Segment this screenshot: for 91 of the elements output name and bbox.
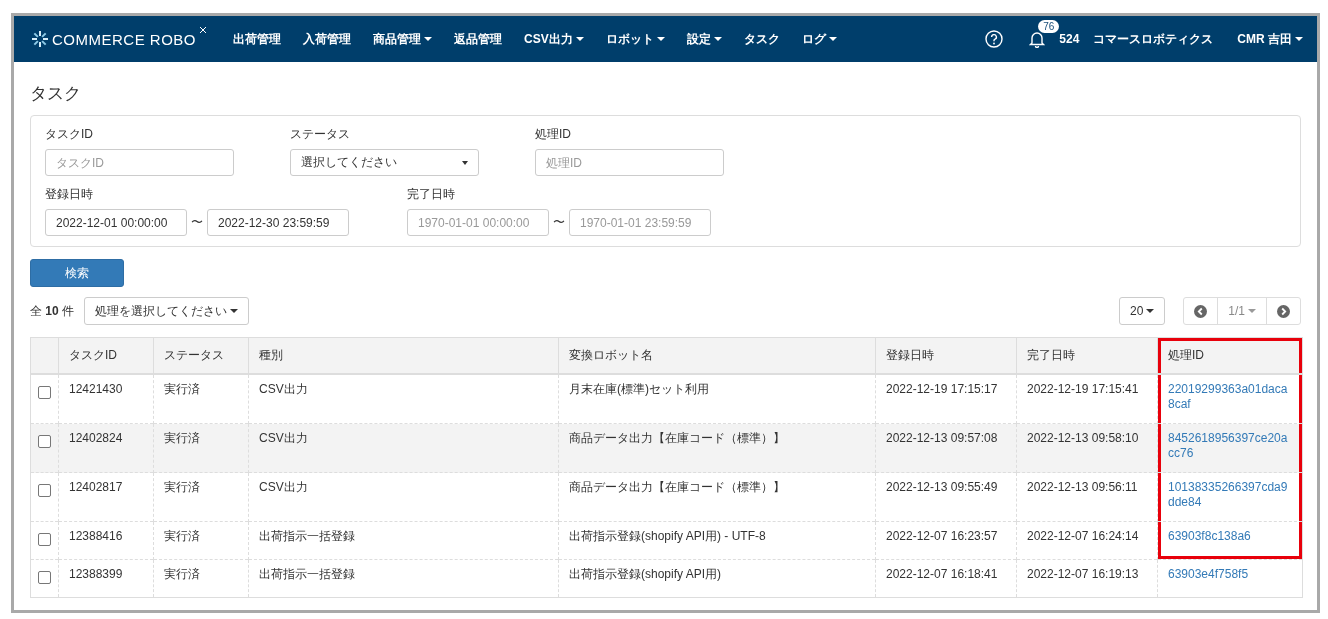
table-cell: 12388399	[69, 567, 123, 581]
table-row[interactable]: 12402817 実行済 CSV出力 商品データ出力【在庫コード（標準）】 2022-12-13 09:55:49 2022-12-13 09:56:11 10138335266397cda9dde84	[30, 472, 1303, 522]
table-cell: 2022-12-13 09:55:49	[886, 480, 998, 494]
table-cell: 2022-12-19 17:15:17	[886, 382, 998, 396]
page-selector[interactable]: 1/1	[1217, 298, 1267, 324]
field-label: 完了日時	[407, 186, 456, 203]
table-cell: 2022-12-19 17:15:41	[1027, 382, 1139, 396]
table-cell: 実行済	[164, 431, 200, 445]
table-cell: 12402817	[69, 480, 123, 494]
table-row[interactable]: 12388416 実行済 出荷指示一括登録 出荷指示登録(shopify API用) - UTF-8 2022-12-07 16:23:57 2022-12-07 16:24:14 63903f8c138a6	[30, 521, 1303, 560]
table-cell: 12402824	[69, 431, 123, 445]
page-size-dropdown[interactable]: 20	[1118, 297, 1166, 325]
field-label: 登録日時	[45, 186, 94, 203]
table-cell: 出荷指示一括登録	[259, 529, 355, 543]
table-cell: 2022-12-07 16:23:57	[886, 529, 998, 543]
column-header: 種別	[248, 337, 559, 374]
status-select[interactable]: 選択してください	[290, 149, 479, 176]
logo-text[interactable]: COMMERCE ROBO	[52, 30, 196, 48]
field-label: 処理ID	[535, 126, 572, 143]
table-cell: 出荷指示登録(shopify API用) - UTF-8	[569, 529, 766, 543]
nav-menu-item[interactable]: 商品管理	[362, 30, 443, 48]
search-button[interactable]: 検索	[30, 259, 124, 287]
notification-badge: 76	[1038, 20, 1060, 33]
company-name: コマースロボティクス	[1093, 30, 1214, 48]
column-header: 完了日時	[1016, 337, 1158, 374]
table-cell: CSV出力	[259, 480, 308, 494]
table-row[interactable]: 12402824 実行済 CSV出力 商品データ出力【在庫コード（標準）】 2022-12-13 09:57:08 2022-12-13 09:58:10 8452618956397ce20acc76	[30, 423, 1303, 473]
help-icon[interactable]	[985, 30, 1004, 48]
shop-code: 524	[1059, 32, 1080, 46]
table-cell: 実行済	[164, 529, 200, 543]
column-header: 処理ID	[1157, 337, 1303, 374]
row-checkbox[interactable]	[38, 386, 51, 399]
table-cell: CSV出力	[259, 382, 308, 396]
table-row[interactable]: 12388399 実行済 出荷指示一括登録 出荷指示登録(shopify API用) 2022-12-07 16:18:41 2022-12-07 16:19:13 63903e4f758f5	[30, 559, 1303, 598]
table-cell: 実行済	[164, 567, 200, 581]
column-header: 変換ロボット名	[558, 337, 876, 374]
process-id-link[interactable]: 63903e4f758f5	[1168, 567, 1292, 582]
previous-page-icon[interactable]	[1194, 304, 1208, 318]
nav-menu-item[interactable]: 入荷管理	[292, 30, 362, 48]
nav-menu-item[interactable]: ログ	[790, 30, 848, 48]
row-checkbox[interactable]	[38, 435, 51, 448]
table-cell: 12421430	[69, 382, 123, 396]
nav-menu-item[interactable]: ロボット	[594, 30, 676, 48]
table-cell: 実行済	[164, 480, 200, 494]
row-checkbox[interactable]	[38, 484, 51, 497]
bell-icon[interactable]	[1029, 30, 1046, 48]
range-separator: 〜	[191, 214, 203, 231]
column-header: タスクID	[58, 337, 154, 374]
input-field[interactable]: 処理ID	[535, 149, 724, 176]
page-title: タスク	[30, 83, 82, 105]
field-label: ステータス	[290, 126, 351, 143]
nav-menu-item[interactable]: 出荷管理	[222, 30, 292, 48]
input-field[interactable]: タスクID	[45, 149, 234, 176]
column-header: 登録日時	[875, 337, 1017, 374]
table-cell: 出荷指示一括登録	[259, 567, 355, 581]
next-page-icon[interactable]	[1277, 304, 1290, 318]
table-cell: 2022-12-13 09:58:10	[1027, 431, 1139, 445]
result-count: 全 10 件	[30, 302, 75, 320]
nav-menu-item[interactable]: CSV出力	[513, 30, 595, 48]
range-separator: 〜	[553, 214, 565, 231]
table-cell: 出荷指示登録(shopify API用)	[569, 567, 722, 581]
date-input[interactable]: 1970-01-01 23:59:59	[569, 209, 711, 236]
table-cell: 2022-12-13 09:56:11	[1027, 480, 1138, 494]
process-id-link[interactable]: 63903f8c138a6	[1168, 529, 1292, 544]
date-input[interactable]: 2022-12-01 00:00:00	[45, 209, 187, 236]
row-checkbox[interactable]	[38, 533, 51, 546]
date-input[interactable]: 1970-01-01 00:00:00	[407, 209, 549, 236]
process-id-link[interactable]: 8452618956397ce20acc76	[1168, 431, 1292, 461]
date-input[interactable]: 2022-12-30 23:59:59	[207, 209, 349, 236]
row-checkbox[interactable]	[38, 571, 51, 584]
table-cell: 月末在庫(標準)セット利用	[569, 382, 709, 396]
column-header: ステータス	[153, 337, 249, 374]
nav-menu-item[interactable]: タスク	[732, 30, 791, 48]
table-cell: 12388416	[69, 529, 123, 543]
table-cell: CSV出力	[259, 431, 308, 445]
process-id-link[interactable]: 22019299363a01daca8caf	[1168, 382, 1292, 412]
table-cell: 2022-12-13 09:57:08	[886, 431, 998, 445]
table-cell: 商品データ出力【在庫コード（標準）】	[569, 480, 785, 494]
nav-menu-item[interactable]: 設定	[675, 30, 733, 48]
table-cell: 2022-12-07 16:18:41	[886, 567, 998, 581]
logo-burst-icon	[32, 31, 48, 47]
action-dropdown[interactable]: 処理を選択してください	[84, 297, 250, 325]
table-cell: 2022-12-07 16:24:14	[1027, 529, 1139, 543]
user-menu[interactable]: CMR 吉田	[1227, 30, 1303, 48]
table-cell: 2022-12-07 16:19:13	[1027, 567, 1139, 581]
table-cell: 商品データ出力【在庫コード（標準）】	[569, 431, 785, 445]
field-label: タスクID	[45, 126, 94, 143]
nav-menu-item[interactable]: 返品管理	[443, 30, 513, 48]
sparkle-icon	[200, 26, 206, 33]
table-cell: 実行済	[164, 382, 200, 396]
process-id-link[interactable]: 10138335266397cda9dde84	[1168, 480, 1292, 510]
